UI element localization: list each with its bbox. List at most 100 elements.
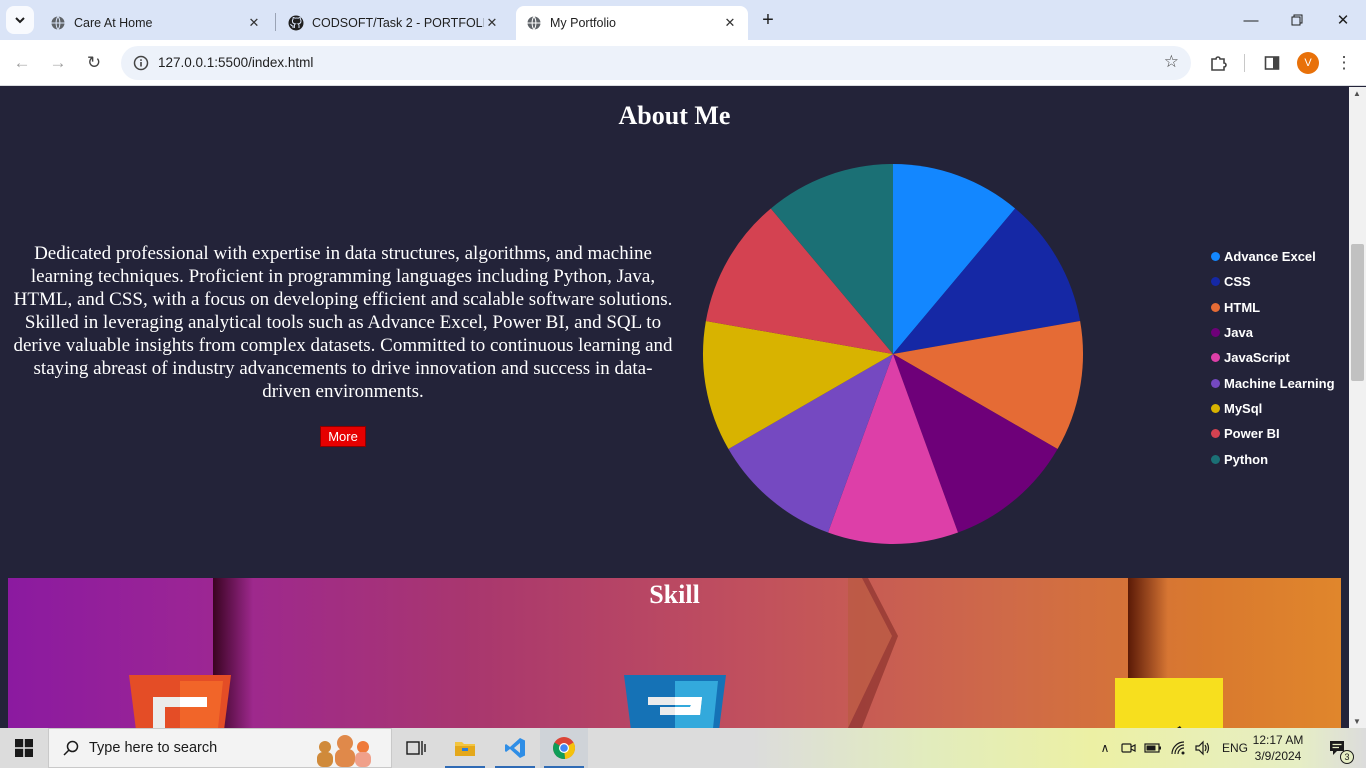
task-view-icon [406, 741, 426, 755]
minimize-button[interactable]: — [1228, 0, 1274, 40]
legend-item-css[interactable]: CSS [1211, 269, 1335, 294]
legend-item-html[interactable]: HTML [1211, 295, 1335, 320]
legend-item-javascript[interactable]: JavaScript [1211, 345, 1335, 370]
legend-item-advance-excel[interactable]: Advance Excel [1211, 244, 1335, 269]
window-close-button[interactable]: ✕ [1320, 0, 1366, 40]
tab-title: Care At Home [74, 16, 153, 30]
tab-search-button[interactable] [6, 6, 34, 34]
github-icon [288, 15, 304, 31]
profile-avatar[interactable]: V [1297, 52, 1319, 74]
task-view-button[interactable] [392, 728, 440, 768]
page-scrollbar[interactable]: ▲ ▼ [1349, 87, 1366, 728]
search-highlight-illustration [317, 735, 371, 767]
reload-button[interactable]: ↻ [80, 49, 108, 77]
notification-count-badge: 3 [1340, 750, 1354, 764]
arrow-right-icon: → [49, 53, 67, 72]
puzzle-icon [1211, 56, 1227, 71]
clock-time: 12:17 AM [1252, 733, 1304, 747]
legend-swatch [1211, 252, 1220, 262]
chrome-button[interactable] [540, 728, 588, 768]
vscode-icon [505, 738, 525, 758]
scrollbar-thumb[interactable] [1351, 244, 1364, 381]
tab-codsoft-portfolio[interactable]: CODSOFT/Task 2 - PORTFOLIO ✕ [278, 6, 510, 40]
menu-button[interactable]: ⋮ [1330, 49, 1358, 77]
meet-now-icon[interactable] [1120, 740, 1136, 756]
legend-item-machine-learning[interactable]: Machine Learning [1211, 370, 1335, 395]
skill-title: Skill [649, 580, 700, 609]
css3-logo-icon [624, 675, 726, 728]
chevron-down-icon [15, 17, 25, 24]
input-language[interactable]: ENG [1222, 741, 1248, 755]
about-title: About Me [618, 101, 731, 130]
legend-swatch [1211, 454, 1220, 464]
legend-swatch [1211, 403, 1220, 413]
legend-item-python[interactable]: Python [1211, 446, 1335, 471]
forward-button[interactable]: → [44, 49, 72, 77]
browser-tab-strip: Care At Home ✕ CODSOFT/Task 2 - PORTFOLI… [0, 0, 1366, 40]
legend-label: Java [1224, 325, 1253, 341]
battery-icon[interactable] [1144, 741, 1162, 755]
skill-section: Skill [8, 578, 1341, 728]
tab-care-at-home[interactable]: Care At Home ✕ [40, 6, 272, 40]
tab-title: CODSOFT/Task 2 - PORTFOLIO [312, 16, 484, 30]
legend-label: MySql [1224, 400, 1263, 416]
restore-button[interactable] [1274, 0, 1320, 40]
chrome-icon [552, 737, 576, 760]
legend-item-java[interactable]: Java [1211, 320, 1335, 345]
close-icon[interactable]: ✕ [246, 15, 262, 31]
legend-item-mysql[interactable]: MySql [1211, 396, 1335, 421]
extensions-button[interactable] [1204, 49, 1232, 77]
side-panel-button[interactable] [1258, 49, 1286, 77]
notification-center-button[interactable]: 3 [1322, 728, 1354, 768]
legend-swatch [1211, 302, 1220, 312]
file-explorer-button[interactable] [441, 728, 489, 768]
html5-logo-icon [129, 675, 231, 728]
start-button[interactable] [0, 728, 48, 768]
new-tab-button[interactable]: + [756, 8, 780, 32]
legend-label: CSS [1224, 274, 1251, 290]
reload-icon: ↻ [86, 53, 102, 72]
plus-icon: + [762, 8, 774, 31]
legend-label: Power BI [1224, 426, 1280, 442]
legend-label: JavaScript [1224, 350, 1290, 366]
bookmark-star-icon[interactable]: ☆ [1164, 52, 1179, 72]
taskbar-search-box[interactable]: Type here to search [48, 728, 392, 768]
toolbar-separator [1244, 54, 1245, 72]
globe-icon [527, 16, 541, 30]
tab-my-portfolio[interactable]: My Portfolio ✕ [516, 6, 748, 40]
back-button[interactable]: ← [8, 49, 36, 77]
skills-pie-chart [703, 164, 1083, 544]
url-text: 127.0.0.1:5500/index.html [158, 55, 314, 70]
close-icon: ✕ [1336, 12, 1350, 29]
legend-swatch [1211, 277, 1220, 287]
legend-swatch [1211, 353, 1220, 363]
address-bar[interactable]: 127.0.0.1:5500/index.html ☆ [121, 46, 1191, 80]
globe-icon [51, 16, 65, 30]
page-viewport: About Me Dedicated professional with exp… [0, 87, 1349, 728]
windows-taskbar: Type here to search ∧ ENG 12:17 AM 3/9/2… [0, 728, 1366, 768]
volume-icon[interactable] [1194, 740, 1210, 756]
about-description: Dedicated professional with expertise in… [13, 243, 673, 402]
javascript-logo-icon [1115, 678, 1223, 728]
legend-label: Machine Learning [1224, 375, 1335, 391]
site-info-button[interactable] [131, 53, 151, 73]
folder-icon [455, 742, 475, 756]
scroll-down-arrow-icon[interactable]: ▼ [1353, 717, 1361, 726]
legend-swatch [1211, 429, 1220, 439]
wifi-icon[interactable] [1170, 740, 1186, 756]
tab-title: My Portfolio [550, 16, 616, 30]
taskbar-clock[interactable]: 12:17 AM 3/9/2024 [1252, 732, 1304, 764]
clock-date: 3/9/2024 [1254, 749, 1302, 763]
legend-item-power-bi[interactable]: Power BI [1211, 421, 1335, 446]
restore-icon [1291, 14, 1303, 26]
browser-toolbar: ← → ↻ 127.0.0.1:5500/index.html ☆ V ⋮ [0, 40, 1366, 86]
kebab-menu-icon: ⋮ [1335, 53, 1353, 72]
arrow-left-icon: ← [13, 53, 31, 72]
close-icon[interactable]: ✕ [722, 15, 738, 31]
vscode-button[interactable] [491, 728, 539, 768]
legend-label: Python [1224, 451, 1269, 467]
scroll-up-arrow-icon[interactable]: ▲ [1353, 89, 1361, 98]
more-button[interactable]: More [320, 426, 366, 447]
close-icon[interactable]: ✕ [484, 15, 500, 31]
chevron-up-icon[interactable]: ∧ [1096, 741, 1114, 755]
